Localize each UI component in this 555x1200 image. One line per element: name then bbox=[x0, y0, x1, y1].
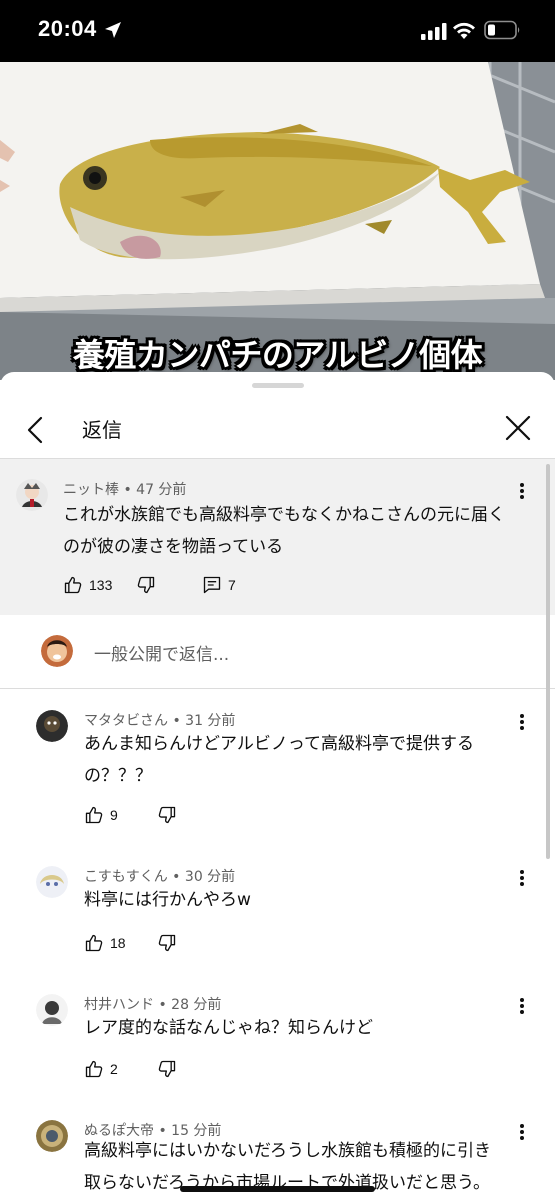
thumbs-up-icon bbox=[85, 1060, 103, 1078]
drag-handle[interactable] bbox=[252, 383, 304, 388]
dislike-button[interactable] bbox=[157, 1058, 177, 1080]
wifi-icon bbox=[453, 22, 475, 39]
location-arrow-icon bbox=[105, 22, 121, 38]
like-count: 9 bbox=[110, 807, 118, 823]
thumbs-up-icon bbox=[64, 576, 82, 594]
scrollbar[interactable] bbox=[546, 464, 550, 859]
avatar[interactable] bbox=[36, 994, 68, 1026]
avatar[interactable] bbox=[36, 710, 68, 742]
like-count: 2 bbox=[110, 1061, 118, 1077]
reply-input[interactable]: 一般公開で返信... bbox=[94, 640, 229, 665]
comment-text: これが水族館でも高級料亭でもなくかねこさんの元に届く のが彼の凄さを物語っている bbox=[63, 505, 505, 557]
parent-comment: ニット棒 • 47 分前 これが水族館でも高級料亭でもなくかねこさんの元に届く … bbox=[0, 459, 555, 615]
comment-icon bbox=[203, 576, 221, 594]
comment-author: ニット棒 • 47 分前 bbox=[63, 482, 187, 498]
status-bar: 20:04 bbox=[0, 0, 555, 62]
comment-text: 料亭には行かんやろw bbox=[84, 890, 251, 910]
comment-author: 村井ハンド • 28 分前 bbox=[84, 997, 222, 1013]
status-time: 20:04 bbox=[38, 16, 97, 41]
like-button[interactable]: 2 bbox=[84, 1058, 118, 1080]
home-indicator[interactable] bbox=[180, 1186, 375, 1192]
like-button[interactable]: 133 bbox=[63, 574, 112, 596]
more-options-icon[interactable] bbox=[517, 868, 527, 890]
comment-author: こすもすくん • 30 分前 bbox=[84, 869, 236, 885]
replies-button[interactable]: 7 bbox=[202, 574, 236, 596]
comment-text: あんま知らんけどアルビノって高級料亭で提供する の？？？ bbox=[84, 734, 474, 786]
like-button[interactable]: 18 bbox=[84, 932, 126, 954]
like-button[interactable]: 9 bbox=[84, 804, 118, 826]
thumbs-down-icon bbox=[158, 1060, 176, 1078]
like-count: 18 bbox=[110, 935, 126, 951]
back-arrow-icon[interactable] bbox=[18, 412, 54, 448]
more-options-icon[interactable] bbox=[517, 996, 527, 1018]
user-avatar bbox=[41, 635, 73, 667]
thumbs-down-icon bbox=[137, 576, 155, 594]
more-options-icon[interactable] bbox=[517, 1122, 527, 1144]
sheet-title: 返信 bbox=[82, 418, 122, 442]
cellular-signal-icon bbox=[421, 23, 447, 40]
thumbs-down-icon bbox=[158, 806, 176, 824]
dislike-button[interactable] bbox=[136, 574, 156, 596]
more-options-icon[interactable] bbox=[517, 712, 527, 734]
more-options-icon[interactable] bbox=[517, 481, 527, 503]
avatar[interactable] bbox=[36, 866, 68, 898]
thumbs-down-icon bbox=[158, 934, 176, 952]
dislike-button[interactable] bbox=[157, 804, 177, 826]
comment-text: レア度的な話なんじゃね？知らんけど bbox=[84, 1018, 373, 1038]
avatar[interactable] bbox=[36, 1120, 68, 1152]
video-player[interactable]: 養殖カンパチのアルビノ個体 bbox=[0, 62, 555, 380]
avatar[interactable] bbox=[16, 479, 48, 511]
comment-author: マタタビさん • 31 分前 bbox=[84, 713, 236, 729]
video-caption: 養殖カンパチのアルビノ個体 bbox=[72, 336, 483, 374]
reply-count: 7 bbox=[228, 577, 236, 593]
replies-sheet: 返信 ニット棒 • 47 分前 これが水族館でも高級料亭でもなくかねこさんの元に… bbox=[0, 372, 555, 1200]
reply-divider bbox=[0, 688, 555, 689]
like-count: 133 bbox=[89, 577, 113, 593]
dislike-button[interactable] bbox=[157, 932, 177, 954]
thumbs-up-icon bbox=[85, 806, 103, 824]
battery-icon bbox=[484, 20, 520, 40]
reply-input-row[interactable] bbox=[0, 615, 555, 689]
close-icon[interactable] bbox=[500, 410, 536, 446]
thumbs-up-icon bbox=[85, 934, 103, 952]
